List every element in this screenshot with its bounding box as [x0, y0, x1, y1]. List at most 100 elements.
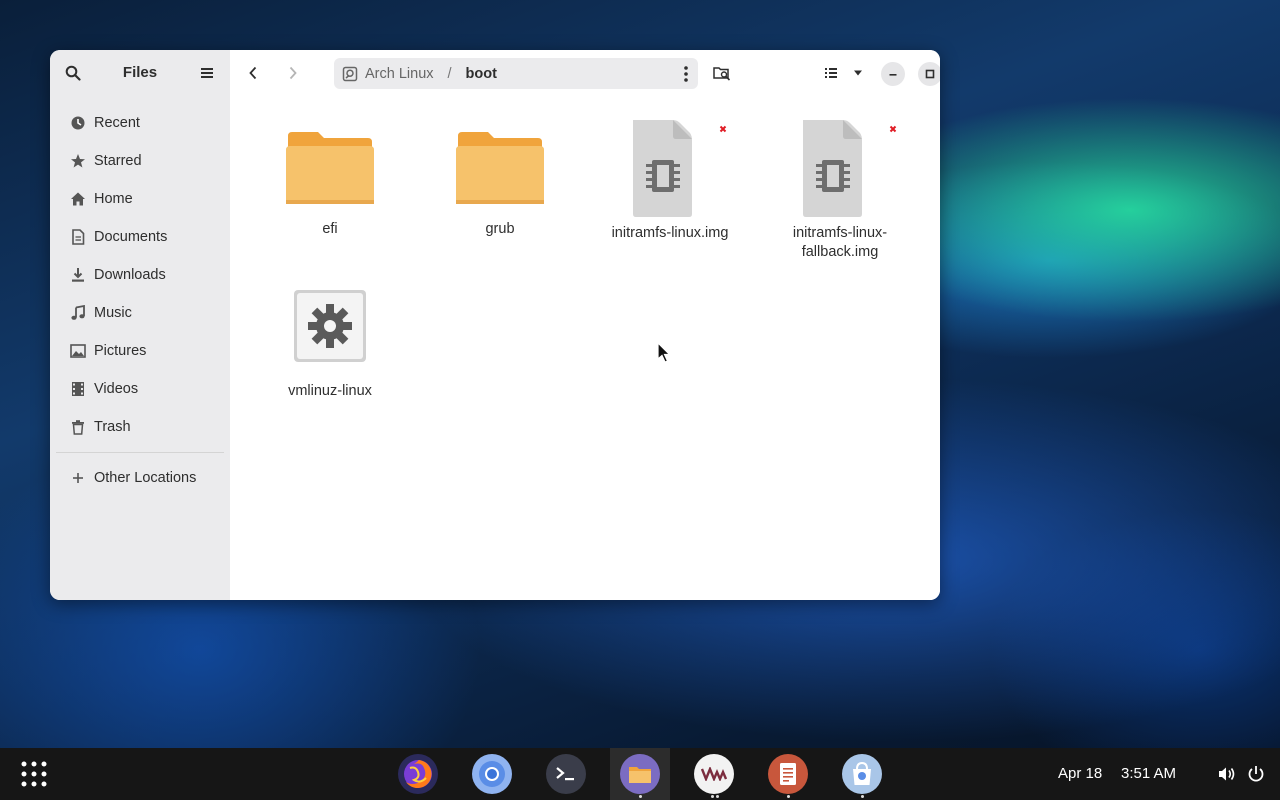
sidebar-item-music[interactable]: Music	[50, 294, 230, 332]
text-editor-launcher[interactable]	[768, 754, 808, 794]
document-icon	[70, 229, 86, 245]
chromium-launcher[interactable]	[472, 754, 512, 794]
view-options-button[interactable]	[848, 62, 868, 84]
sidebar-item-label: Trash	[94, 419, 131, 435]
sidebar-item-recent[interactable]: Recent	[50, 104, 230, 142]
files-launcher[interactable]	[620, 754, 660, 794]
sidebar-item-label: Home	[94, 191, 133, 207]
sidebar-item-label: Downloads	[94, 267, 166, 283]
home-icon	[70, 191, 86, 207]
trash-icon	[70, 419, 86, 435]
sidebar: Files Recent Starred Home Documents Down…	[50, 50, 231, 600]
forward-button[interactable]	[282, 62, 304, 84]
minimize-icon	[889, 74, 897, 76]
plus-icon	[70, 470, 86, 486]
hamburger-icon	[201, 68, 213, 78]
running-indicator	[861, 795, 864, 798]
sidebar-item-downloads[interactable]: Downloads	[50, 256, 230, 294]
chromium-icon	[479, 761, 505, 787]
clock-date[interactable]: Apr 18	[1058, 765, 1102, 782]
video-icon	[70, 381, 86, 397]
firefox-icon	[404, 760, 432, 788]
chevron-left-icon	[249, 66, 257, 80]
star-icon	[70, 153, 86, 169]
folder-icon	[286, 132, 374, 204]
files-window: Files Recent Starred Home Documents Down…	[50, 50, 940, 600]
music-icon	[70, 305, 86, 321]
folder-icon	[456, 132, 544, 204]
path-root-label: Arch Linux	[365, 65, 434, 82]
minimize-button[interactable]	[881, 62, 905, 86]
running-indicator	[711, 795, 714, 798]
sidebar-item-trash[interactable]: Trash	[50, 408, 230, 446]
running-indicator	[639, 795, 642, 798]
view-list-button[interactable]	[820, 62, 842, 84]
app-grid-icon	[21, 761, 47, 787]
path-segment-current[interactable]: boot	[466, 66, 497, 82]
file-item-grub[interactable]: grub	[425, 130, 575, 239]
vmware-launcher[interactable]	[694, 754, 734, 794]
folder-search-icon	[713, 67, 731, 81]
sidebar-item-label: Recent	[94, 115, 140, 131]
path-bar: Arch Linux / boot	[334, 58, 698, 89]
sidebar-item-home[interactable]: Home	[50, 180, 230, 218]
sidebar-header: Files	[50, 50, 230, 96]
file-label: initramfs-linux.img	[611, 225, 729, 241]
mouse-cursor-icon	[657, 342, 671, 363]
file-item-initramfs-linux[interactable]: initramfs-linux.img	[595, 118, 745, 243]
terminal-launcher[interactable]	[546, 754, 586, 794]
chip-file-icon	[803, 120, 899, 217]
chevron-down-icon	[854, 70, 862, 76]
unreadable-badge-icon	[717, 123, 729, 135]
sidebar-list: Recent Starred Home Documents Downloads …	[50, 104, 230, 497]
picture-icon	[70, 343, 86, 359]
sidebar-item-label: Videos	[94, 381, 139, 397]
file-label: efi	[322, 221, 338, 237]
software-launcher[interactable]	[842, 754, 882, 794]
sidebar-divider	[56, 452, 224, 453]
path-menu-button[interactable]	[684, 66, 688, 86]
firefox-launcher[interactable]	[398, 754, 438, 794]
terminal-icon	[556, 767, 574, 781]
sidebar-item-label: Other Locations	[94, 470, 197, 486]
sidebar-item-label: Documents	[94, 229, 168, 245]
sidebar-item-label: Starred	[94, 153, 142, 169]
running-indicator	[787, 795, 790, 798]
clock-icon	[70, 115, 86, 131]
vertical-dots-icon	[684, 66, 688, 82]
file-item-efi[interactable]: efi	[255, 130, 405, 239]
sidebar-item-label: Music	[94, 305, 132, 321]
vmware-icon	[701, 767, 727, 781]
app-grid-button[interactable]	[20, 760, 48, 793]
sidebar-item-other-locations[interactable]: Other Locations	[50, 459, 230, 497]
maximize-button[interactable]	[918, 62, 940, 86]
volume-indicator[interactable]	[1218, 766, 1236, 787]
main-pane: Arch Linux / boot efi grub initramfs-lin…	[230, 50, 940, 600]
download-icon	[70, 267, 86, 283]
file-label: initramfs-linux-fallback.img	[792, 225, 888, 260]
drive-icon	[342, 66, 358, 81]
sidebar-item-documents[interactable]: Documents	[50, 218, 230, 256]
volume-icon	[1219, 767, 1235, 781]
file-label: vmlinuz-linux	[288, 383, 372, 399]
power-icon	[1248, 766, 1264, 782]
sidebar-item-label: Pictures	[94, 343, 147, 359]
sidebar-item-starred[interactable]: Starred	[50, 142, 230, 180]
folder-icon	[629, 767, 651, 783]
file-item-initramfs-linux-fallback[interactable]: initramfs-linux-fallback.img	[765, 118, 915, 262]
maximize-icon	[925, 69, 935, 79]
sidebar-item-pictures[interactable]: Pictures	[50, 332, 230, 370]
path-separator: /	[447, 65, 452, 82]
chip-file-icon	[633, 120, 729, 217]
chevron-right-icon	[289, 66, 297, 80]
file-item-vmlinuz-linux[interactable]: vmlinuz-linux	[255, 288, 405, 401]
sidebar-item-videos[interactable]: Videos	[50, 370, 230, 408]
back-button[interactable]	[242, 62, 264, 84]
main-menu-button[interactable]	[196, 62, 218, 84]
clock-time[interactable]: 3:51 AM	[1121, 765, 1176, 782]
power-menu[interactable]	[1247, 765, 1265, 788]
list-view-icon	[825, 68, 837, 78]
search-folder-button[interactable]	[710, 62, 734, 84]
running-indicator	[716, 795, 719, 798]
path-segment-root[interactable]: Arch Linux	[342, 66, 434, 82]
